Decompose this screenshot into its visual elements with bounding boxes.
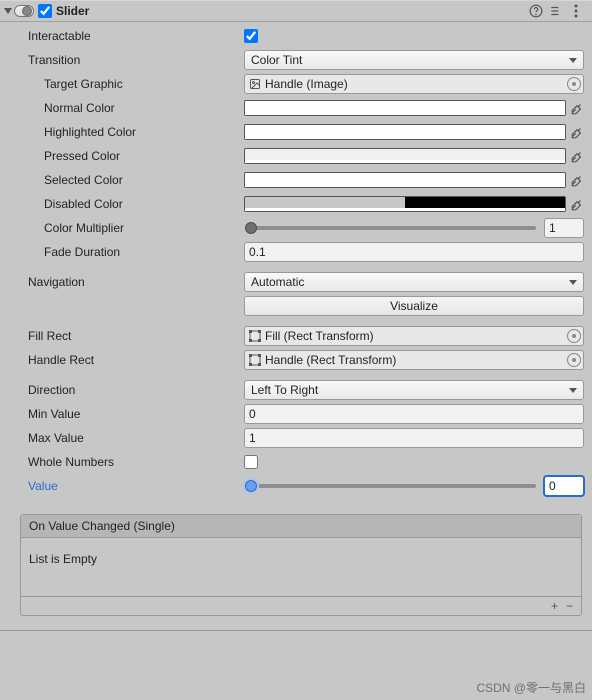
navigation-label: Navigation xyxy=(8,275,244,289)
fill-rect-value: Fill (Rect Transform) xyxy=(265,329,374,343)
preset-icon[interactable] xyxy=(548,3,564,19)
fill-rect-field[interactable]: Fill (Rect Transform) xyxy=(244,326,584,346)
help-icon[interactable] xyxy=(528,3,544,19)
fade-duration-field[interactable]: 0.1 xyxy=(244,242,584,262)
max-value-field[interactable]: 1 xyxy=(244,428,584,448)
object-picker-icon[interactable] xyxy=(567,353,581,367)
selected-color-label: Selected Color xyxy=(8,173,244,187)
chevron-down-icon xyxy=(569,388,577,393)
script-toggle-icon xyxy=(14,5,34,17)
rect-transform-icon xyxy=(249,354,261,366)
transition-label: Transition xyxy=(8,53,244,67)
color-multiplier-label: Color Multiplier xyxy=(8,221,244,235)
direction-dropdown[interactable]: Left To Right xyxy=(244,380,584,400)
value-slider[interactable] xyxy=(248,484,536,488)
fill-rect-label: Fill Rect xyxy=(8,329,244,343)
foldout-icon[interactable] xyxy=(4,8,12,14)
slider-thumb[interactable] xyxy=(245,480,257,492)
chevron-down-icon xyxy=(569,58,577,63)
menu-icon[interactable] xyxy=(568,3,584,19)
slider-thumb[interactable] xyxy=(245,222,257,234)
navigation-value: Automatic xyxy=(251,275,304,289)
whole-numbers-checkbox[interactable] xyxy=(244,455,258,469)
image-icon xyxy=(249,78,261,90)
min-value-field[interactable]: 0 xyxy=(244,404,584,424)
pressed-color-swatch[interactable] xyxy=(244,148,566,164)
disabled-color-label: Disabled Color xyxy=(8,197,244,211)
object-picker-icon[interactable] xyxy=(567,329,581,343)
normal-color-label: Normal Color xyxy=(8,101,244,115)
event-header: On Value Changed (Single) xyxy=(21,515,581,538)
handle-rect-label: Handle Rect xyxy=(8,353,244,367)
highlighted-color-swatch[interactable] xyxy=(244,124,566,140)
whole-numbers-label: Whole Numbers xyxy=(8,455,244,469)
eyedropper-icon[interactable] xyxy=(570,197,584,211)
event-empty-label: List is Empty xyxy=(21,538,581,596)
handle-rect-value: Handle (Rect Transform) xyxy=(265,353,396,367)
direction-label: Direction xyxy=(8,383,244,397)
min-value-label: Min Value xyxy=(8,407,244,421)
pressed-color-label: Pressed Color xyxy=(8,149,244,163)
transition-value: Color Tint xyxy=(251,53,302,67)
disabled-color-swatch[interactable] xyxy=(244,196,566,212)
highlighted-color-label: Highlighted Color xyxy=(8,125,244,139)
color-multiplier-field[interactable]: 1 xyxy=(544,218,584,238)
value-label: Value xyxy=(8,479,244,493)
direction-value: Left To Right xyxy=(251,383,318,397)
color-multiplier-slider[interactable] xyxy=(248,226,536,230)
value-field[interactable]: 0 xyxy=(544,476,584,496)
eyedropper-icon[interactable] xyxy=(570,149,584,163)
chevron-down-icon xyxy=(569,280,577,285)
component-header[interactable]: Slider xyxy=(0,0,592,22)
fade-duration-label: Fade Duration xyxy=(8,245,244,259)
component-title: Slider xyxy=(56,4,524,18)
transition-dropdown[interactable]: Color Tint xyxy=(244,50,584,70)
selected-color-swatch[interactable] xyxy=(244,172,566,188)
handle-rect-field[interactable]: Handle (Rect Transform) xyxy=(244,350,584,370)
eyedropper-icon[interactable] xyxy=(570,125,584,139)
add-listener-button[interactable]: + xyxy=(551,599,558,613)
remove-listener-button[interactable]: − xyxy=(566,599,573,613)
navigation-dropdown[interactable]: Automatic xyxy=(244,272,584,292)
normal-color-swatch[interactable] xyxy=(244,100,566,116)
target-graphic-value: Handle (Image) xyxy=(265,77,348,91)
object-picker-icon[interactable] xyxy=(567,77,581,91)
target-graphic-field[interactable]: Handle (Image) xyxy=(244,74,584,94)
target-graphic-label: Target Graphic xyxy=(8,77,244,91)
eyedropper-icon[interactable] xyxy=(570,173,584,187)
rect-transform-icon xyxy=(249,330,261,342)
max-value-label: Max Value xyxy=(8,431,244,445)
interactable-label: Interactable xyxy=(8,29,244,43)
watermark: CSDN @零一与黑白 xyxy=(476,679,586,696)
enabled-checkbox[interactable] xyxy=(38,4,52,18)
eyedropper-icon[interactable] xyxy=(570,101,584,115)
on-value-changed-event: On Value Changed (Single) List is Empty … xyxy=(20,514,582,616)
visualize-button[interactable]: Visualize xyxy=(244,296,584,316)
interactable-checkbox[interactable] xyxy=(244,29,258,43)
